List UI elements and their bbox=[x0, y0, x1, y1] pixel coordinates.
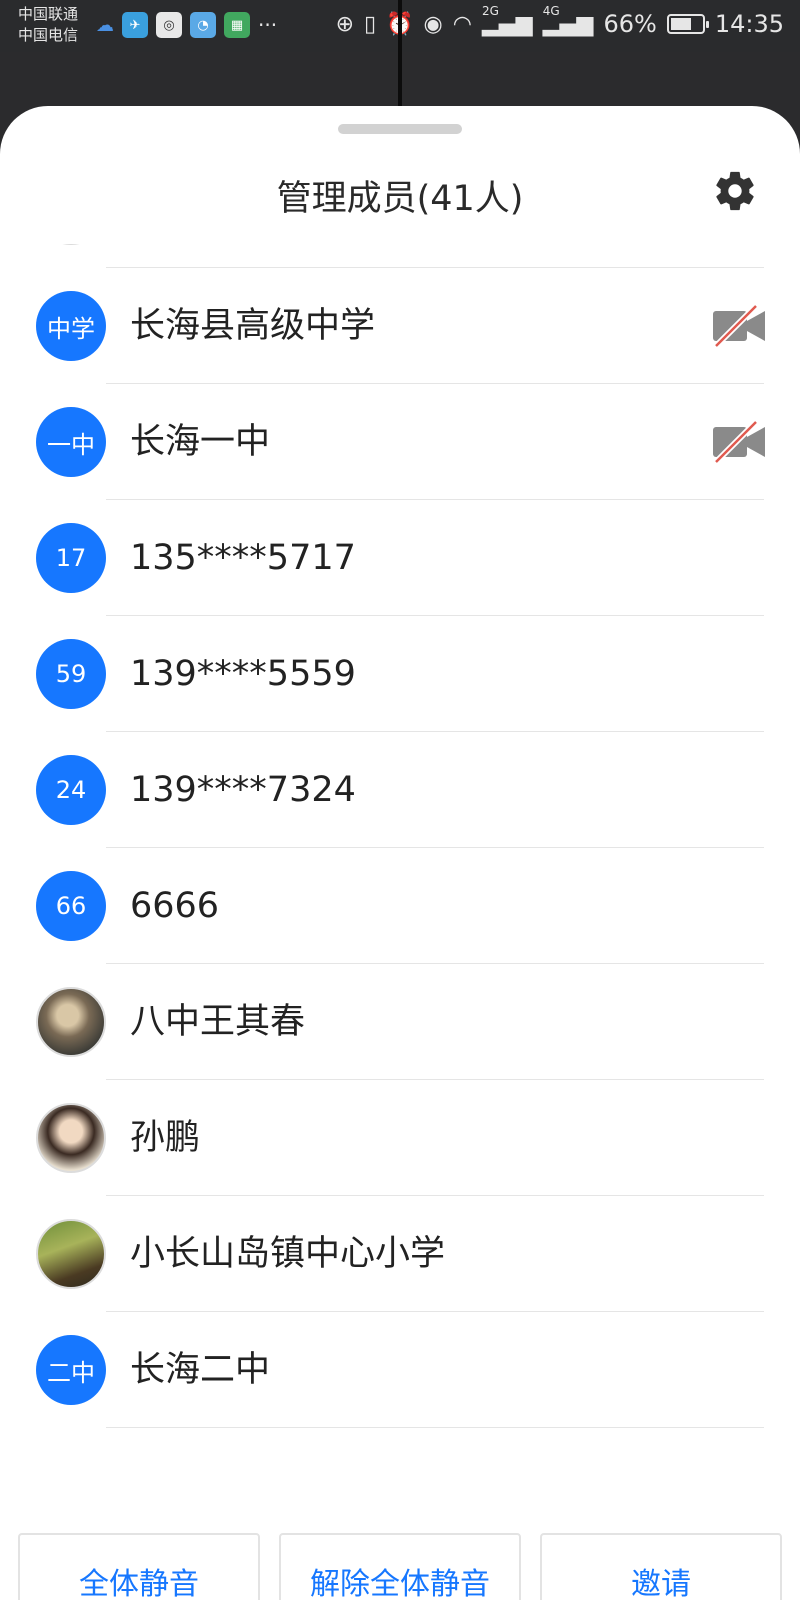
member-row[interactable]: 一中 长海一中 bbox=[0, 384, 800, 500]
member-name: 139****5559 bbox=[130, 654, 356, 694]
member-avatar: 中学 bbox=[36, 291, 106, 361]
member-row[interactable]: 66 6666 bbox=[0, 848, 800, 964]
signal-4g-label: 4G bbox=[542, 3, 560, 18]
member-avatar: 二中 bbox=[36, 1335, 106, 1405]
video-off-icon[interactable] bbox=[712, 421, 766, 463]
member-row[interactable]: 八中王其春 bbox=[0, 964, 800, 1080]
member-row[interactable]: 孙鹏 bbox=[0, 1080, 800, 1196]
member-name: 小长山岛镇中心小学 bbox=[130, 1234, 446, 1274]
member-name: 6666 bbox=[130, 886, 220, 926]
member-avatar-photo bbox=[36, 987, 106, 1057]
browser-app-icon: ◔ bbox=[190, 12, 216, 38]
member-row[interactable]: 59 139****5559 bbox=[0, 616, 800, 732]
member-avatar bbox=[36, 244, 106, 245]
member-row[interactable]: 17 135****5717 bbox=[0, 500, 800, 616]
signal-4g-icon: 4G ▂▄▆ bbox=[542, 3, 594, 37]
member-row-partial[interactable] bbox=[0, 244, 800, 268]
telegram-icon: ✈ bbox=[122, 12, 148, 38]
member-row[interactable]: 小长山岛镇中心小学 bbox=[0, 1196, 800, 1312]
split-screen-divider[interactable] bbox=[398, 0, 402, 106]
member-avatar-photo bbox=[36, 1103, 106, 1173]
news-app-icon: ▦ bbox=[224, 12, 250, 38]
signal-2g-icon: 2G ▂▄▆ bbox=[481, 3, 533, 37]
carrier-labels: 中国联通 中国电信 bbox=[18, 4, 78, 46]
drag-handle[interactable] bbox=[338, 124, 462, 134]
data-saver-icon: ⊕ bbox=[335, 11, 355, 37]
member-name: 长海县高级中学 bbox=[130, 306, 376, 346]
member-row[interactable]: 二中 长海二中 bbox=[0, 1312, 800, 1428]
member-name: 八中王其春 bbox=[130, 1002, 306, 1042]
member-row[interactable]: 中学 长海县高级中学 bbox=[0, 268, 800, 384]
row-separator bbox=[106, 1427, 764, 1428]
cloud-icon: ☁ bbox=[96, 14, 114, 36]
video-off-icon[interactable] bbox=[712, 305, 766, 347]
carrier-1: 中国联通 bbox=[18, 5, 79, 23]
member-name: 孙鹏 bbox=[130, 1118, 201, 1158]
member-avatar: 一中 bbox=[36, 407, 106, 477]
manage-members-sheet: 管理成员(41人) 中学 长海县高级中学 一中 长海一中 17 135****5717 59… bbox=[0, 106, 800, 1600]
wifi-icon: ◠ bbox=[452, 11, 472, 37]
gear-icon[interactable] bbox=[712, 168, 758, 214]
member-avatar: 24 bbox=[36, 755, 106, 825]
battery-percent: 66% bbox=[603, 10, 657, 38]
member-name: 长海二中 bbox=[130, 1350, 271, 1390]
member-name: 135****5717 bbox=[130, 538, 356, 578]
sheet-title: 管理成员(41人) bbox=[276, 179, 524, 219]
notification-icons: ☁ ✈ ◎ ◔ ▦ ··· bbox=[96, 12, 277, 38]
vibrate-icon: ▯ bbox=[364, 11, 377, 37]
member-avatar: 59 bbox=[36, 639, 106, 709]
mute-all-button[interactable]: 全体静音 bbox=[18, 1533, 260, 1600]
eye-comfort-icon: ◉ bbox=[423, 11, 443, 37]
invite-button[interactable]: 邀请 bbox=[540, 1533, 782, 1600]
member-row[interactable]: 24 139****7324 bbox=[0, 732, 800, 848]
system-icons: ⊕ ▯ ⏰ ◉ ◠ 2G▂▄▆ 4G▂▄▆ 66% 14:35 bbox=[335, 3, 784, 39]
member-avatar-photo bbox=[36, 1219, 106, 1289]
battery-icon bbox=[666, 14, 709, 34]
signal-2g-label: 2G bbox=[481, 3, 499, 18]
member-avatar: 17 bbox=[36, 523, 106, 593]
member-avatar: 66 bbox=[36, 871, 106, 941]
member-name: 长海一中 bbox=[130, 422, 271, 462]
action-bar: 全体静音 解除全体静音 邀请 bbox=[0, 1497, 800, 1600]
unmute-all-button[interactable]: 解除全体静音 bbox=[279, 1533, 521, 1600]
more-notifications-icon: ··· bbox=[258, 13, 278, 37]
chrome-app-icon: ◎ bbox=[156, 12, 182, 38]
member-name: 139****7324 bbox=[130, 770, 356, 810]
carrier-2: 中国电信 bbox=[18, 26, 79, 44]
member-list[interactable]: 中学 长海县高级中学 一中 长海一中 17 135****5717 59 139****555… bbox=[0, 244, 800, 1497]
clock: 14:35 bbox=[714, 10, 784, 38]
